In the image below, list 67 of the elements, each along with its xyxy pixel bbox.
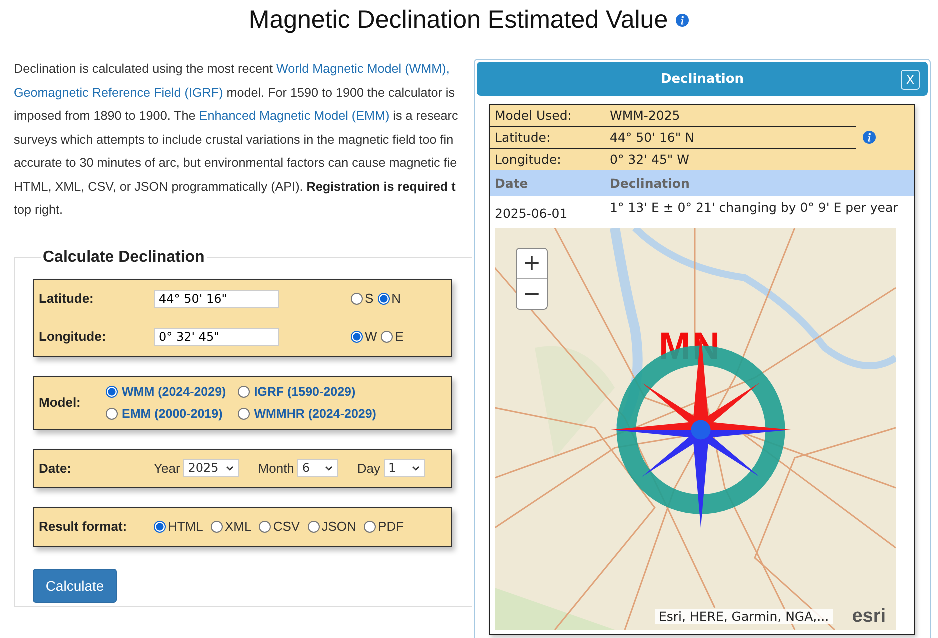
date-part-label: Month	[258, 460, 294, 476]
hemisphere-label: W	[365, 329, 378, 344]
model-link[interactable]: Geomagnetic Reference Field (IGRF)	[14, 86, 224, 100]
date-part-label: Day	[357, 460, 381, 476]
format-option-label: XML	[225, 518, 252, 534]
radio-button[interactable]	[351, 292, 363, 304]
radio-button[interactable]	[351, 330, 363, 342]
field-label: Result format:	[39, 519, 128, 534]
map-attribution: Esri, HERE, Garmin, NGA,...	[655, 609, 834, 624]
info-icon[interactable]	[863, 131, 876, 144]
model-option-label: EMM (2000-2019)	[122, 406, 223, 420]
field-label: Longitude:	[39, 329, 108, 344]
info-value: 44° 50' 16" N	[610, 130, 694, 145]
map-logo: esri	[852, 606, 886, 628]
form-legend: Calculate Declination	[41, 248, 207, 266]
info-value: 0° 32' 45" W	[610, 152, 690, 167]
radio-button[interactable]	[211, 520, 224, 532]
caret-icon	[226, 466, 234, 470]
info-icon[interactable]	[676, 14, 690, 26]
date-select[interactable]: 2025	[183, 459, 240, 477]
page-title: Magnetic Declination Estimated Value	[248, 6, 668, 34]
radio-button[interactable]	[238, 386, 250, 398]
model-option-label: WMM (2024-2029)	[122, 384, 226, 398]
format-option-label: HTML	[168, 518, 204, 534]
table-cell-text: 2025-06-01	[494, 205, 569, 220]
info-label: Model Used:	[494, 108, 574, 123]
format-option-label: PDF	[378, 518, 404, 534]
radio-button[interactable]	[381, 330, 394, 342]
format-option-label: JSON	[322, 518, 356, 534]
radio-button[interactable]	[378, 292, 390, 304]
table-cell-text: 1° 13' E ± 0° 21' changing by 0° 9' E per year	[610, 201, 900, 214]
date-select[interactable]: 1	[384, 459, 425, 477]
radio-button[interactable]	[364, 520, 376, 532]
date-select[interactable]: 6	[297, 459, 338, 477]
hemisphere-label: N	[392, 291, 402, 306]
model-option-label: IGRF (1590-2029)	[254, 384, 356, 398]
intro-paragraph: Declination is calculated using the most recent World Magnetic Model (WMM), Geomagnetic Reference Field (IGRF) model. For 1590 to 1900 the calculator is imposed from 1890 to 1900. The Enhanced Magnetic Model (EMM) is a researc surveys which attempts to include crustal variations in the magnetic field too fin accurate to 30 minutes of arc, but environmental factors can cause magnetic fie HTML, XML, CSV, or JSON programmatically (API). Registration is required t top right.	[14, 61, 460, 219]
date-part-label: Year	[154, 460, 180, 476]
coordinate-input[interactable]: 0° 32' 45"	[154, 328, 279, 346]
model-link[interactable]: Enhanced Magnetic Model (EMM)	[199, 109, 390, 123]
radio-button[interactable]	[154, 520, 166, 532]
zoom-in-button[interactable]: +	[517, 249, 547, 279]
info-label: Latitude:	[494, 130, 552, 145]
caret-icon	[412, 466, 420, 470]
model-option-label: WMMHR (2024-2029)	[254, 406, 376, 420]
hemisphere-label: S	[365, 291, 374, 306]
radio-button[interactable]	[238, 408, 250, 420]
field-label: Latitude:	[39, 291, 95, 306]
model-link[interactable]: World Magnetic Model (WMM),	[276, 62, 450, 76]
radio-button[interactable]	[106, 408, 118, 420]
info-value: WMM-2025	[610, 108, 680, 123]
radio-button[interactable]	[308, 520, 320, 532]
format-option-label: CSV	[273, 518, 300, 534]
calculate-button[interactable]: Calculate	[33, 568, 117, 602]
hemisphere-label: E	[395, 329, 404, 344]
column-header: Declination	[610, 176, 691, 190]
radio-button[interactable]	[106, 386, 118, 398]
radio-button[interactable]	[259, 520, 272, 532]
dialog-title: Declination	[660, 72, 744, 86]
info-label: Longitude:	[494, 152, 562, 167]
field-label: Model:	[39, 395, 82, 410]
coordinate-input[interactable]: 44° 50' 16"	[154, 290, 279, 308]
zoom-out-button[interactable]: −	[517, 279, 547, 309]
caret-icon	[325, 466, 334, 470]
compass-label: MN	[659, 326, 722, 369]
field-label: Date:	[39, 460, 73, 476]
column-header: Date	[494, 176, 530, 190]
